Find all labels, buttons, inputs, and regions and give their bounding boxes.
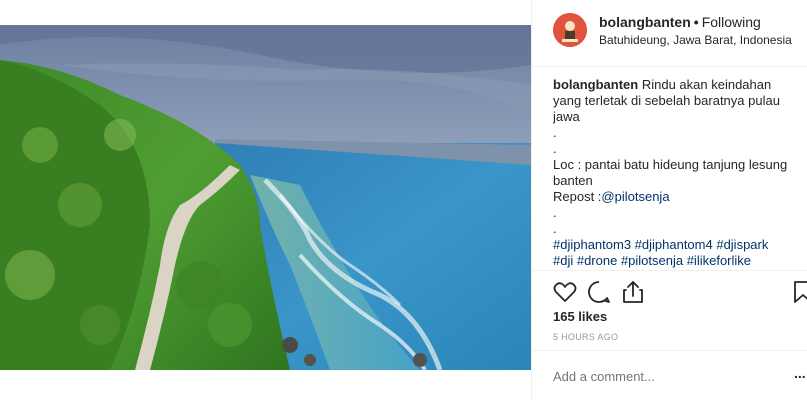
username-link[interactable]: bolangbanten [599, 14, 691, 30]
repost-label: Repost : [553, 189, 602, 204]
caption-line: Loc : pantai batu hideung tanjung lesung [553, 157, 788, 172]
mention-link[interactable]: @pilotsenja [601, 189, 669, 204]
heart-icon[interactable] [552, 279, 578, 305]
location-link[interactable]: Batuhideung, Jawa Barat, Indonesia [599, 33, 792, 47]
caption: bolangbanten Rindu akan keindahan yang t… [553, 77, 803, 269]
actions-bar: 165 likes 5 HOURS AGO [532, 270, 807, 351]
coastline-aerial-photo [0, 25, 531, 370]
separator-dot: • [693, 14, 699, 30]
hashtag-line[interactable]: #djiphantom3 #djiphantom4 #djispark [553, 237, 803, 253]
avatar[interactable] [553, 13, 587, 47]
caption-line: . [553, 125, 557, 140]
caption-line: Repost :@pilotsenja [553, 189, 803, 205]
likes-count[interactable]: 165 likes [553, 309, 607, 324]
caption-text: Rindu akan keindahan [641, 77, 772, 92]
post-author: bolangbanten • Following [599, 14, 761, 30]
more-options-icon[interactable]: ... [794, 365, 806, 381]
caption-line: banten [553, 173, 593, 188]
caption-line: . [553, 221, 557, 236]
caption-line: . [553, 205, 557, 220]
post-timestamp[interactable]: 5 HOURS AGO [553, 332, 618, 342]
comment-row: ... [532, 350, 807, 402]
share-icon[interactable] [620, 279, 646, 305]
caption-line: jawa [553, 109, 580, 124]
post-photo[interactable] [0, 25, 531, 370]
comment-icon[interactable] [586, 279, 612, 305]
caption-username[interactable]: bolangbanten [553, 77, 638, 92]
post-header: bolangbanten • Following Batuhideung, Jawa… [532, 0, 807, 67]
following-button[interactable]: Following [702, 14, 761, 30]
caption-line: yang terletak di sebelah baratnya pulau [553, 93, 780, 108]
caption-line: . [553, 141, 557, 156]
post-sidebar: bolangbanten • Following Batuhideung, Jawa… [532, 0, 807, 401]
caption-line: bolangbanten Rindu akan keindahan [553, 77, 803, 93]
comment-input[interactable] [553, 364, 753, 388]
hashtag-line[interactable]: #dji #drone #pilotsenja #ilikeforlike [553, 253, 803, 269]
bookmark-icon[interactable] [790, 279, 807, 305]
